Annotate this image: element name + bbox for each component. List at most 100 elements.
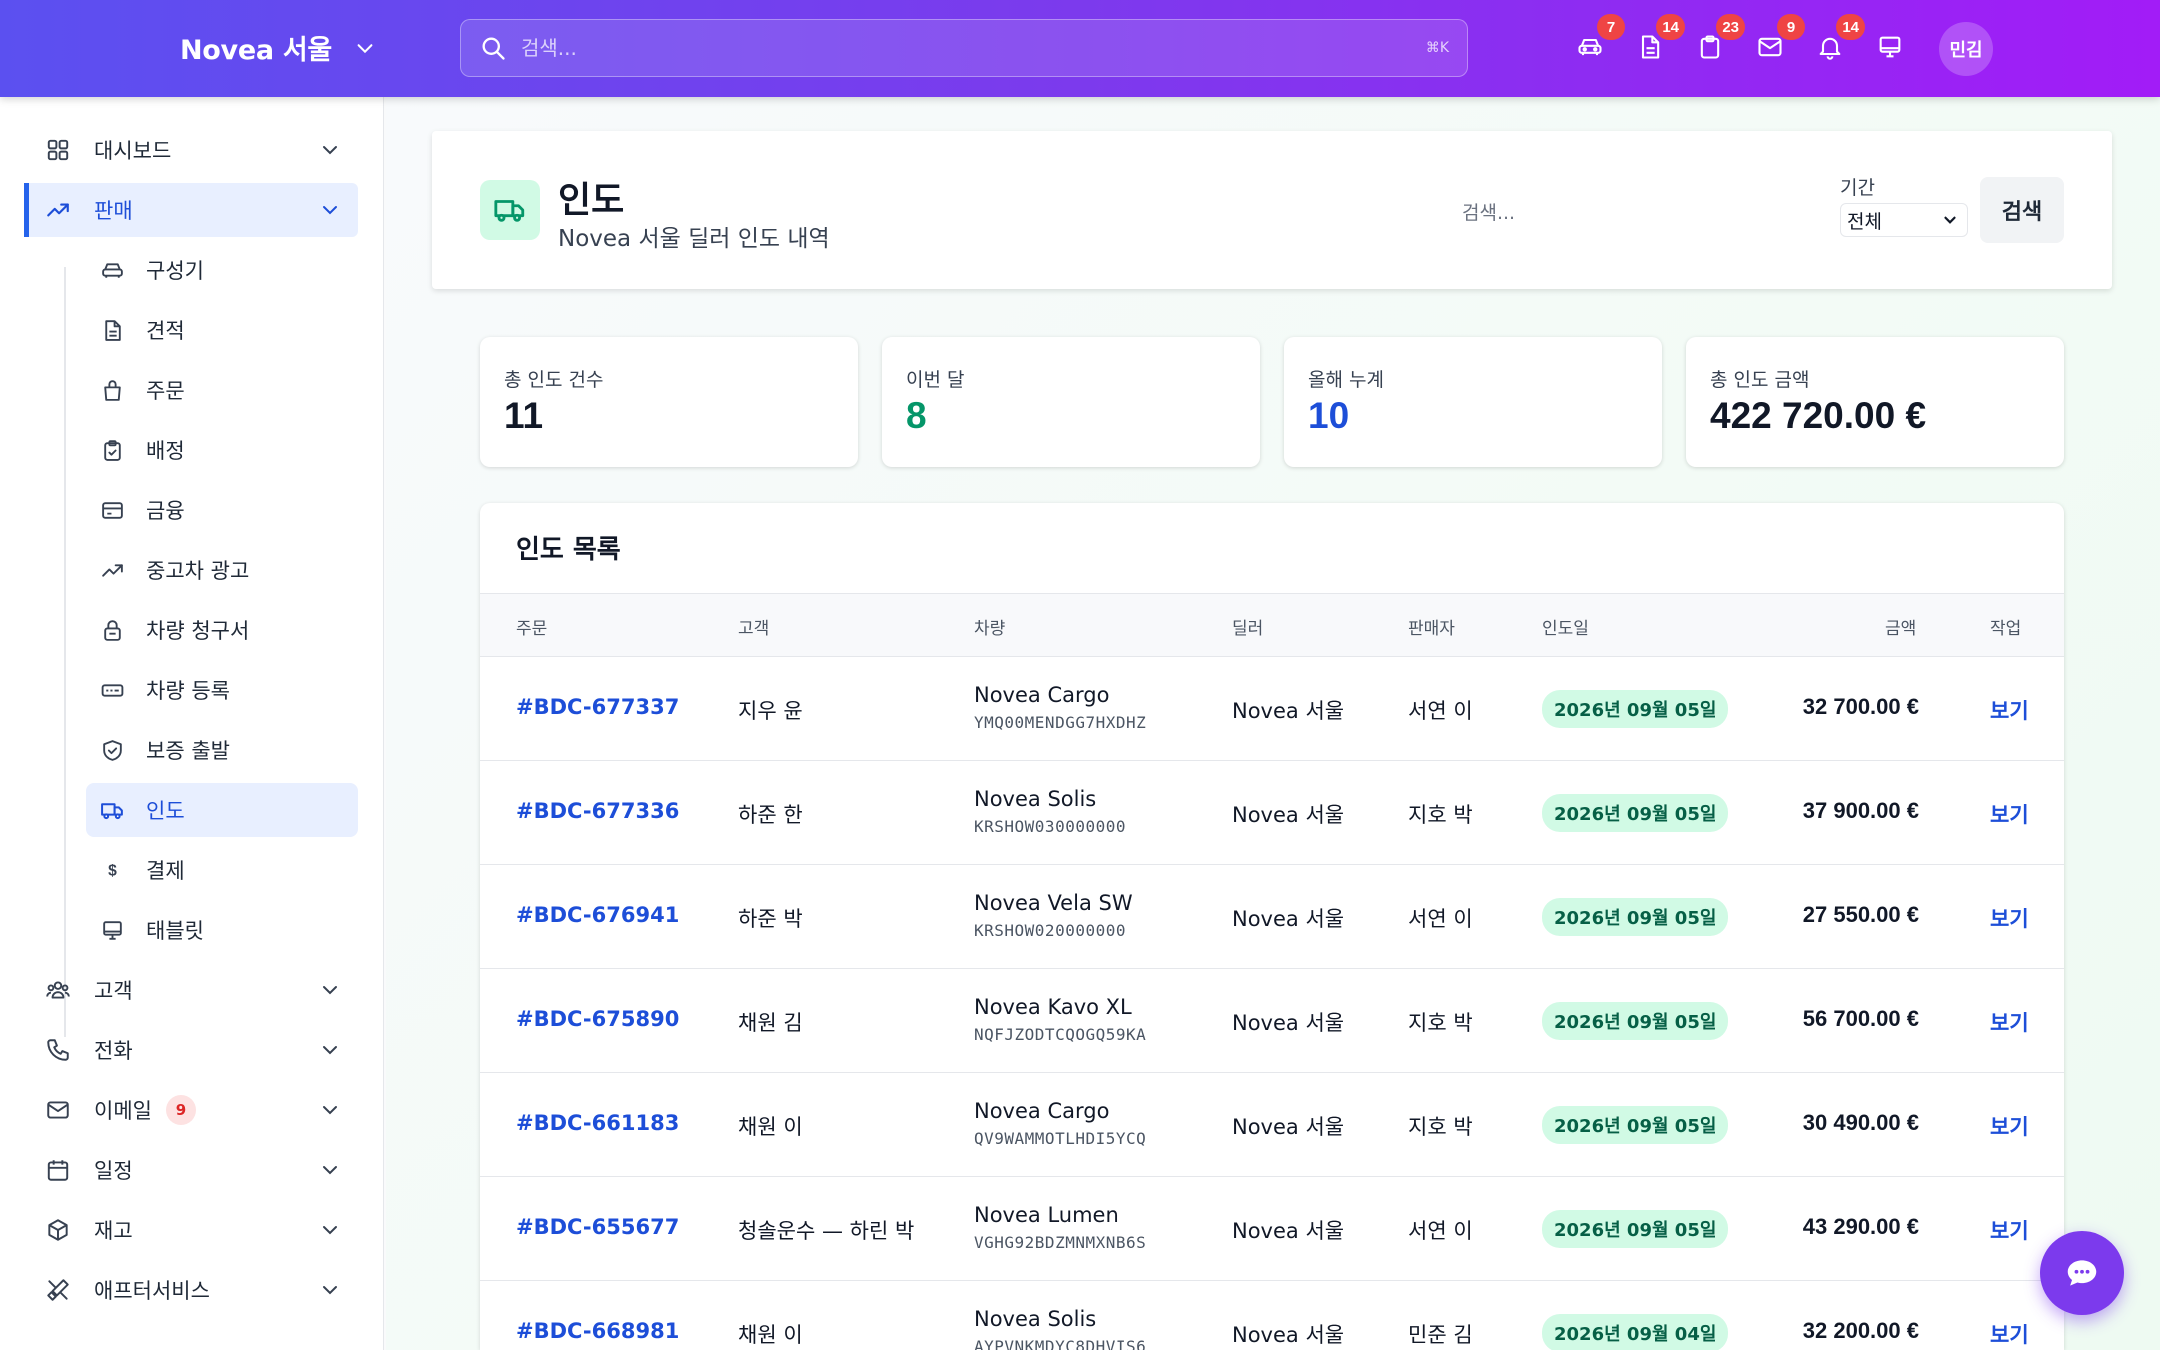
view-link[interactable]: 보기 xyxy=(1990,695,2029,725)
sidebar-item-label: 판매 xyxy=(94,199,133,223)
column-header-order: 주문 xyxy=(516,619,548,639)
customer-name: 하준 박 xyxy=(738,907,803,931)
search-button[interactable]: 검색 xyxy=(1980,177,2064,243)
amount-value: 32 700.00 € xyxy=(1802,694,1919,719)
sidebar-item-warranty[interactable]: 보증 출발 xyxy=(86,723,358,777)
chevron-down-icon xyxy=(323,146,337,155)
sidebar-item-label: 대시보드 xyxy=(94,139,172,163)
order-link[interactable]: #BDC-676941 xyxy=(516,903,679,927)
chevron-down-icon xyxy=(323,206,337,215)
chat-button[interactable] xyxy=(2040,1231,2124,1315)
view-link[interactable]: 보기 xyxy=(1990,903,2029,933)
column-header-customer: 고객 xyxy=(738,619,770,639)
table-row[interactable]: #BDC-677336 하준 한 Novea Solis KRSHOW03000000… xyxy=(480,761,2064,865)
customer-name: 하준 한 xyxy=(738,803,803,827)
sidebar-item-order[interactable]: 주문 xyxy=(86,363,358,417)
messages-button[interactable]: 9 xyxy=(1753,14,1805,64)
amount-value: 30 490.00 € xyxy=(1802,1110,1919,1135)
sidebar-item-phone[interactable]: 전화 xyxy=(24,1023,358,1077)
view-link[interactable]: 보기 xyxy=(1990,1111,2029,1141)
sidebar-item-label: 금융 xyxy=(146,499,185,523)
sidebar-item-sales[interactable]: 판매 xyxy=(24,183,358,237)
seller-name: 지호 박 xyxy=(1408,803,1473,827)
sidebar-item-used-ads[interactable]: 중고차 광고 xyxy=(86,543,358,597)
period-select-value: 전체 xyxy=(1847,210,1882,233)
dealer-name: Novea 서울 xyxy=(1232,1219,1345,1243)
car-badge: 7 xyxy=(1597,14,1625,40)
stat-label: 이번 달 xyxy=(906,369,965,391)
column-header-dealer: 딜러 xyxy=(1232,619,1264,639)
view-link[interactable]: 보기 xyxy=(1990,1007,2029,1037)
vehicles-button[interactable]: 7 xyxy=(1573,14,1625,64)
sidebar-item-configurator[interactable]: 구성기 xyxy=(86,243,358,297)
sidebar-item-tablet[interactable]: 태블릿 xyxy=(86,903,358,957)
documents-button[interactable]: 14 xyxy=(1633,14,1685,64)
view-link[interactable]: 보기 xyxy=(1990,1215,2029,1245)
order-link[interactable]: #BDC-661183 xyxy=(516,1111,679,1135)
clipboard-badge: 23 xyxy=(1716,14,1745,40)
global-search[interactable]: ⌘K xyxy=(460,19,1468,77)
sidebar-item-finance[interactable]: 금융 xyxy=(86,483,358,537)
sidebar-item-aftersales[interactable]: 애프터서비스 xyxy=(24,1263,358,1317)
delivery-search-input[interactable] xyxy=(1462,195,1722,231)
bell-icon xyxy=(1819,37,1841,60)
amount-value: 37 900.00 € xyxy=(1802,798,1919,823)
car-icon xyxy=(98,256,126,284)
view-link[interactable]: 보기 xyxy=(1990,799,2029,829)
sidebar-item-delivery[interactable]: 인도 xyxy=(86,783,358,837)
dealer-switcher[interactable]: Novea 서울 xyxy=(180,28,376,67)
sidebar-item-label: 구성기 xyxy=(146,259,204,283)
table-row[interactable]: #BDC-675890 채원 김 Novea Kavo XL NQFJZODTCQOG… xyxy=(480,969,2064,1073)
sidebar-item-inventory[interactable]: 재고 xyxy=(24,1203,358,1257)
bell-badge: 14 xyxy=(1836,14,1865,40)
sidebar-item-label: 견적 xyxy=(146,319,185,343)
period-select[interactable]: 전체 xyxy=(1840,203,1968,237)
table-row[interactable]: #BDC-668981 채원 이 Novea Solis AYPVNKMDYC8DHV… xyxy=(480,1281,2064,1350)
notifications-button[interactable]: 14 xyxy=(1813,14,1865,64)
vehicle-model: Novea Lumen xyxy=(974,1203,1119,1227)
column-header-amount: 금액 xyxy=(1885,619,1917,639)
seller-name: 지호 박 xyxy=(1408,1011,1473,1035)
column-header-seller: 판매자 xyxy=(1408,619,1455,639)
shield-check-icon xyxy=(98,736,126,764)
mail-icon xyxy=(44,1096,72,1124)
sidebar-item-label: 결제 xyxy=(146,859,185,883)
sidebar-item-allocation[interactable]: 배정 xyxy=(86,423,358,477)
order-link[interactable]: #BDC-668981 xyxy=(516,1319,679,1343)
customer-name: 지우 윤 xyxy=(738,699,803,723)
table-row[interactable]: #BDC-677337 지우 윤 Novea Cargo YMQ00MENDGG7HX… xyxy=(480,657,2064,761)
sidebar-item-label: 태블릿 xyxy=(146,919,204,943)
table-row[interactable]: #BDC-655677 청솔운수 — 하린 박 Novea Lumen VGHG92B… xyxy=(480,1177,2064,1281)
stat-value: 8 xyxy=(906,395,927,436)
table-row[interactable]: #BDC-676941 하준 박 Novea Vela SW KRSHOW020000… xyxy=(480,865,2064,969)
order-link[interactable]: #BDC-677337 xyxy=(516,695,679,719)
sidebar-item-label: 이메일 xyxy=(94,1099,152,1123)
display-button[interactable] xyxy=(1873,30,1907,64)
vehicle-model: Novea Cargo xyxy=(974,1099,1110,1123)
user-avatar[interactable]: 민김 xyxy=(1939,22,1993,76)
sidebar-item-payment[interactable]: $ 결제 xyxy=(86,843,358,897)
sidebar-item-dashboard[interactable]: 대시보드 xyxy=(24,123,358,177)
vehicle-model: Novea Vela SW xyxy=(974,891,1133,915)
stat-card-total-amount: 총 인도 금액 422 720.00 € xyxy=(1686,337,2064,467)
sidebar-item-quote[interactable]: 견적 xyxy=(86,303,358,357)
column-header-vehicle: 차량 xyxy=(974,619,1006,639)
tasks-button[interactable]: 23 xyxy=(1693,14,1745,64)
sidebar-item-label: 배정 xyxy=(146,439,185,463)
sidebar-item-calendar[interactable]: 일정 xyxy=(24,1143,358,1197)
seller-name: 서연 이 xyxy=(1408,699,1473,723)
sidebar-item-customers[interactable]: 고객 xyxy=(24,963,358,1017)
sidebar-item-email[interactable]: 이메일 9 xyxy=(24,1083,358,1137)
order-link[interactable]: #BDC-655677 xyxy=(516,1215,679,1239)
page-title: 인도 xyxy=(558,180,625,221)
sidebar-item-vehicle-invoice[interactable]: 차량 청구서 xyxy=(86,603,358,657)
sidebar-item-vehicle-registration[interactable]: 차량 등록 xyxy=(86,663,358,717)
order-link[interactable]: #BDC-675890 xyxy=(516,1007,679,1031)
table-row[interactable]: #BDC-661183 채원 이 Novea Cargo QV9WAMMOTLHDI5… xyxy=(480,1073,2064,1177)
dealer-name: Novea 서울 xyxy=(1232,1323,1345,1347)
delivery-date-badge: 2026년 09월 05일 xyxy=(1542,1002,1729,1040)
period-label: 기간 xyxy=(1840,177,1875,199)
search-input[interactable] xyxy=(521,36,1426,60)
order-link[interactable]: #BDC-677336 xyxy=(516,799,679,823)
view-link[interactable]: 보기 xyxy=(1990,1319,2029,1349)
